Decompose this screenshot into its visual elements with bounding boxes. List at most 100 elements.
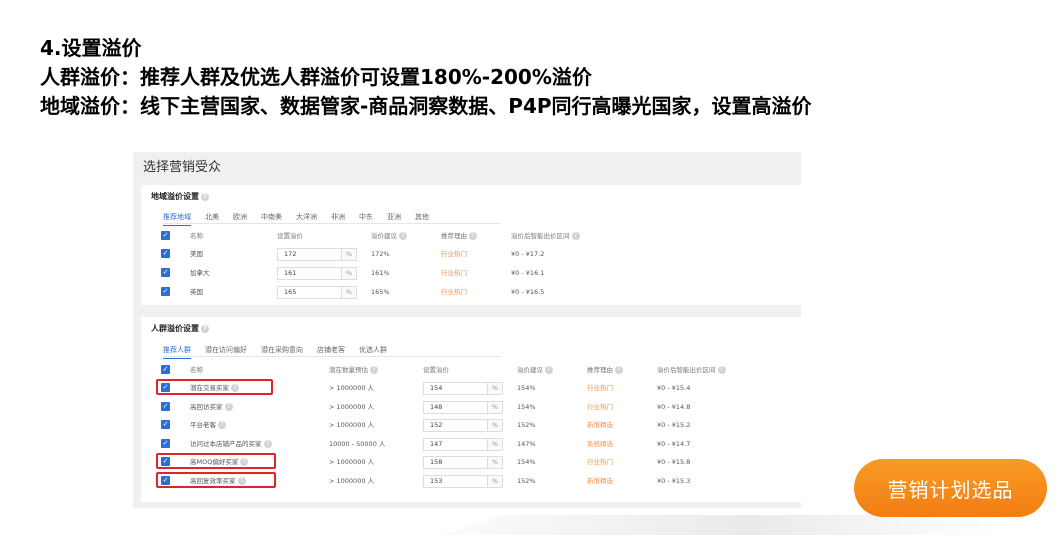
crowd-row: ✓ 潜在交易买家? > 1000000 人 154% 154% 行业热门 ¥0 - ¥15.… [156,379,801,398]
help-icon[interactable]: ? [201,324,209,333]
column-set-premium: 设置溢价 [277,232,303,240]
region-premium-card: 地域溢价设置? 推荐地域 北美 欧洲 中南美 大洋洲 非洲 中东 亚洲 其他 ✓ 名称 设置溢价 溢价… [141,185,801,305]
slide: 4.设置溢价 人群溢价：推荐人群及优选人群溢价可设置180%-200%溢价 地域… [0,0,1059,535]
column-reason: 推荐理由? [587,364,623,376]
premium-input[interactable]: 154% [423,382,503,395]
crowd-card-title: 人群溢价设置? [151,323,209,334]
check-icon[interactable]: ✓ [161,287,170,296]
check-icon[interactable]: ✓ [161,365,170,374]
premium-suggest: 154% [517,402,536,411]
recommend-reason: 新增精选 [587,476,613,485]
column-reason: 推荐理由? [441,230,477,242]
column-name: 名称 [190,366,203,374]
region-name: 美国 [190,250,203,258]
check-icon[interactable]: ✓ [161,268,170,277]
region-name: 英国 [190,288,203,296]
percent-unit: % [341,287,356,298]
premium-input[interactable]: 152% [423,419,503,432]
recommend-reason: 行业热门 [587,458,613,466]
percent-unit: % [487,475,502,487]
estimated-count: > 1000000 人 [329,384,375,392]
help-icon[interactable]: ? [201,192,209,201]
tab-divider [163,223,501,224]
bid-range: ¥0 - ¥15.8 [657,458,691,466]
help-icon[interactable]: ? [545,366,553,374]
percent-unit: % [487,457,502,468]
column-set-premium: 设置溢价 [423,366,449,374]
marketing-plan-select-button[interactable]: 营销计划选品 [854,459,1047,517]
premium-suggest: 147% [517,439,536,448]
column-name: 名称 [190,232,203,240]
bid-range: ¥0 - ¥17.2 [511,250,545,258]
premium-input[interactable]: 153% [423,474,503,488]
percent-unit: % [487,383,502,394]
help-icon[interactable]: ? [717,366,726,374]
help-icon[interactable]: ? [399,232,407,240]
premium-input[interactable]: 165% [277,286,357,299]
bid-range: ¥0 - ¥16.5 [511,288,545,296]
bid-range: ¥0 - ¥16.1 [511,269,545,277]
column-suggest: 溢价建议? [517,364,553,376]
percent-unit: % [341,268,356,279]
crowd-name: 访问过本店铺产品的买家? [190,438,272,450]
heading-line-1: 4.设置溢价 [40,36,142,60]
help-icon[interactable]: ? [571,232,580,240]
estimated-count: 10000 - 50000 人 [329,439,386,448]
region-table-header: ✓ 名称 设置溢价 溢价建议? 推荐理由? 溢价后智能出价区间? [161,230,801,246]
estimated-count: > 1000000 人 [329,402,375,411]
help-icon[interactable]: ? [615,366,623,374]
premium-suggest: 172% [371,250,390,258]
check-icon[interactable]: ✓ [161,438,170,448]
recommend-reason: 系统精选 [587,439,613,448]
crowd-row: ✓ 平台老客? > 1000000 人 152% 152% 新增精选 ¥0 - ¥15.2 [161,419,801,435]
region-card-title: 地域溢价设置? [151,191,209,202]
highlight-box [156,453,276,469]
bid-range: ¥0 - ¥14.8 [657,402,691,411]
bid-range: ¥0 - ¥15.4 [657,384,691,392]
premium-suggest: 161% [371,269,390,277]
premium-suggest: 152% [517,476,536,485]
premium-input[interactable]: 172% [277,248,357,261]
crowd-table-header: ✓ 名称 潜在数量预估? 设置溢价 溢价建议? 推荐理由? 溢价后智能出价区间? [161,364,801,380]
column-count: 潜在数量预估? [329,364,378,376]
recommend-reason: 行业热门 [587,384,613,392]
estimated-count: > 1000000 人 [329,458,375,466]
crowd-row: ✓ 访问过本店铺产品的买家? 10000 - 50000 人 147% 147% 系统精选… [161,437,801,454]
help-icon[interactable]: ? [263,439,272,448]
recommend-reason: 行业热门 [587,402,613,411]
premium-input[interactable]: 148% [423,400,503,414]
help-icon[interactable]: ? [224,402,233,411]
premium-suggest: 152% [517,421,536,429]
region-row: ✓ 英国 165% 165% 行业热门 ¥0 - ¥16.5 [161,286,801,302]
premium-input[interactable]: 147% [423,437,503,451]
highlight-box [156,471,276,488]
check-icon[interactable]: ✓ [161,249,170,258]
check-icon[interactable]: ✓ [161,231,170,240]
premium-input[interactable]: 161% [277,267,357,280]
premium-suggest: 154% [517,384,536,392]
panel-title: 选择营销受众 [143,160,222,175]
check-icon[interactable]: ✓ [161,420,170,429]
premium-suggest: 154% [517,458,536,466]
premium-suggest: 165% [371,288,390,296]
crowd-premium-card: 人群溢价设置? 推荐人群 潜在访问偏好 潜在采购意向 店铺老客 优选人群 ✓ 名称 潜在数量… [141,317,801,502]
region-row: ✓ 美国 172% 172% 行业热门 ¥0 - ¥17.2 [161,248,801,264]
percent-unit: % [487,401,502,413]
percent-unit: % [341,249,356,260]
highlight-box [156,379,273,395]
crowd-row: ✓ 高回访买家? > 1000000 人 148% 154% 行业热门 ¥0 - ¥14.8 [161,400,801,417]
help-icon[interactable]: ? [370,366,378,374]
column-range: 溢价后智能出价区间? [657,364,726,376]
help-icon[interactable]: ? [469,232,477,240]
recommend-reason: 新增精选 [587,421,613,429]
estimated-count: > 1000000 人 [329,476,375,485]
premium-input[interactable]: 158% [423,456,503,469]
recommend-reason: 行业热门 [441,288,467,296]
tab-divider [163,356,501,357]
crowd-name: 平台老客? [190,419,226,431]
column-range: 溢价后智能出价区间? [511,230,580,242]
crowd-row: ✓ 高回复效率买家? > 1000000 人 153% 152% 新增精选 ¥0 - ¥15… [156,471,801,491]
region-row: ✓ 加拿大 161% 161% 行业热门 ¥0 - ¥16.1 [161,267,801,283]
help-icon[interactable]: ? [218,421,226,429]
check-icon[interactable]: ✓ [161,401,170,411]
